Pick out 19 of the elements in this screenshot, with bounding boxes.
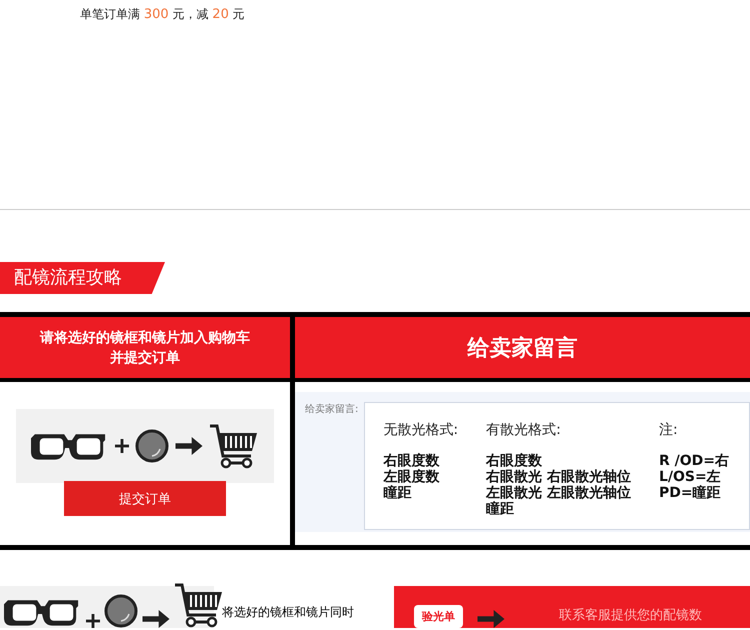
step-heading: 并提交订单 <box>110 348 180 368</box>
plus-icon <box>86 614 100 628</box>
message-field[interactable]: 无散光格式: 右眼度数 左眼度数 瞳距 有散光格式: 右眼度数 右眼散光 右眼散光轴位 左眼散光 左眼散光轴位 瞳距 注: R /OD=右 L/OS=左 PD=瞳距 <box>364 402 750 530</box>
arrow-icon <box>142 610 170 628</box>
submit-order-button[interactable]: 提交订单 <box>64 481 226 516</box>
field-label: 给卖家留言: <box>305 402 358 417</box>
arrow-icon <box>175 437 203 455</box>
section-title: 配镜流程攻略 <box>0 262 165 294</box>
plus-icon <box>115 439 129 453</box>
step-text: 将选好的镜框和镜片同时 <box>222 604 355 621</box>
cart-icon <box>209 423 259 469</box>
step-heading: 请将选好的镜框和镜片加入购物车 <box>40 328 250 348</box>
step-heading: 给卖家留言 <box>295 317 750 378</box>
prescription-label: 验光单 <box>414 605 463 628</box>
arrow-icon <box>477 610 505 628</box>
lens-icon <box>135 429 169 463</box>
promo-text: 单笔订单满 300 元，减 20 元 <box>80 6 245 23</box>
lens-icon <box>104 594 138 628</box>
contact-text: 联系客服提供您的配镜数 <box>559 607 702 624</box>
